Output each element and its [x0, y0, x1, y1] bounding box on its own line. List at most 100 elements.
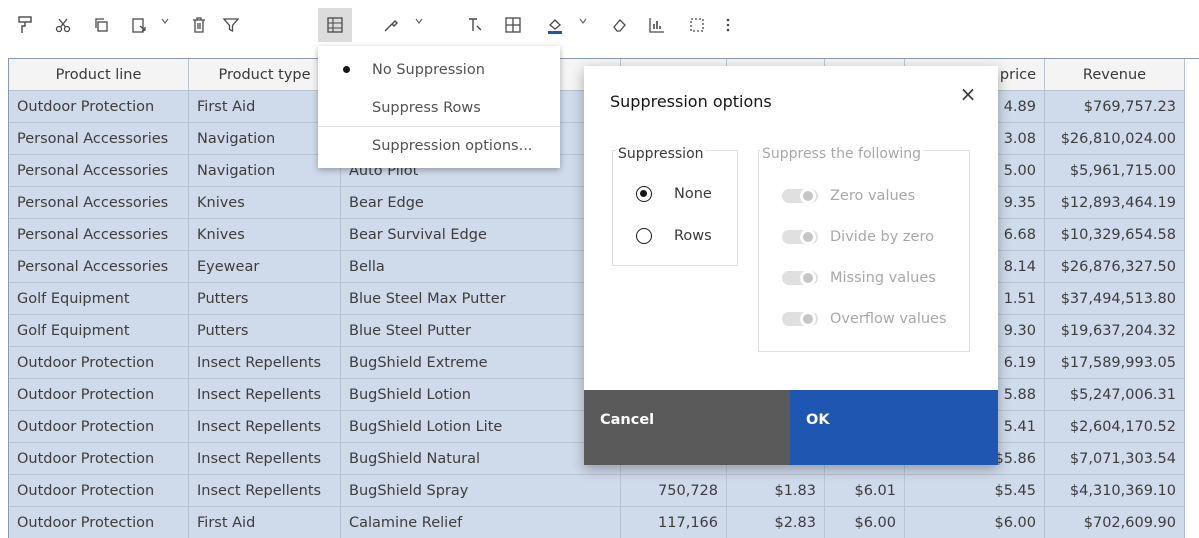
color-picker-caret-icon[interactable] — [414, 16, 424, 26]
toggle-divide-by-zero[interactable]: Divide by zero — [782, 229, 934, 245]
toggle-label: Divide by zero — [830, 229, 934, 245]
menu-item-no-suppression[interactable]: No Suppression — [318, 51, 560, 89]
toggle-zero-values[interactable]: Zero values — [782, 188, 915, 204]
cell-revenue[interactable]: $19,637,204.32 — [1045, 315, 1185, 347]
cell-product-type[interactable]: Insect Repellents — [189, 475, 341, 507]
cell-product[interactable]: BugShield Natural — [341, 443, 621, 475]
fill-color-icon[interactable] — [542, 8, 568, 42]
cell-product-line[interactable]: Outdoor Protection — [9, 91, 189, 123]
paste-caret-icon[interactable] — [160, 16, 170, 26]
cell-product-line[interactable]: Outdoor Protection — [9, 507, 189, 538]
cell-unit-price[interactable]: $6.01 — [825, 475, 905, 507]
cell-product-type[interactable]: Insect Repellents — [189, 443, 341, 475]
suppression-legend: Suppression — [616, 146, 706, 162]
cell-product-type[interactable]: Insect Repellents — [189, 347, 341, 379]
ok-button[interactable]: OK — [790, 390, 998, 465]
cell-product-line[interactable]: Golf Equipment — [9, 315, 189, 347]
cell-unit-cost[interactable]: $2.83 — [727, 507, 825, 538]
cancel-button[interactable]: Cancel — [584, 390, 790, 465]
cell-product-line[interactable]: Personal Accessories — [9, 123, 189, 155]
cell-product[interactable]: Bear Survival Edge — [341, 219, 621, 251]
cell-unit-sale-price[interactable]: $6.00 — [905, 507, 1045, 538]
cell-quantity[interactable]: 750,728 — [621, 475, 727, 507]
cell-product[interactable]: BugShield Extreme — [341, 347, 621, 379]
cell-product-type[interactable]: Insect Repellents — [189, 379, 341, 411]
close-icon[interactable]: × — [956, 82, 980, 106]
cell-product-line[interactable]: Outdoor Protection — [9, 379, 189, 411]
cell-product-line[interactable]: Golf Equipment — [9, 283, 189, 315]
suppress-icon[interactable] — [318, 8, 352, 42]
toggle-missing-values[interactable]: Missing values — [782, 270, 936, 286]
cell-unit-price[interactable]: $6.00 — [825, 507, 905, 538]
cell-product[interactable]: BugShield Spray — [341, 475, 621, 507]
cell-product-type[interactable]: Eyewear — [189, 251, 341, 283]
filter-icon[interactable] — [218, 8, 244, 42]
toggle-label: Missing values — [830, 270, 936, 286]
cell-product-line[interactable]: Personal Accessories — [9, 187, 189, 219]
cell-product-type[interactable]: Knives — [189, 219, 341, 251]
cell-product[interactable]: BugShield Lotion — [341, 379, 621, 411]
borders-icon[interactable] — [500, 8, 526, 42]
cut-icon[interactable] — [50, 8, 76, 42]
cell-product-type[interactable]: Putters — [189, 315, 341, 347]
cell-revenue[interactable]: $702,609.90 — [1045, 507, 1185, 538]
toggle-overflow-values[interactable]: Overflow values — [782, 311, 947, 327]
paste-icon[interactable] — [126, 8, 152, 42]
column-header-product-line[interactable]: Product line — [9, 59, 189, 91]
radio-label: Rows — [674, 228, 712, 244]
cell-revenue[interactable]: $17,589,993.05 — [1045, 347, 1185, 379]
cell-revenue[interactable]: $26,810,024.00 — [1045, 123, 1185, 155]
cell-revenue[interactable]: $12,893,464.19 — [1045, 187, 1185, 219]
text-format-icon[interactable] — [462, 8, 488, 42]
radio-label: None — [674, 186, 712, 202]
chart-icon[interactable] — [644, 8, 670, 42]
cell-revenue[interactable]: $2,604,170.52 — [1045, 411, 1185, 443]
menu-item-suppression-options[interactable]: Suppression options... — [318, 127, 560, 165]
column-header-revenue[interactable]: Revenue — [1045, 59, 1185, 91]
cell-revenue[interactable]: $7,071,303.54 — [1045, 443, 1185, 475]
fill-color-caret-icon[interactable] — [578, 16, 588, 26]
cell-product-type[interactable]: Knives — [189, 187, 341, 219]
cell-product[interactable]: Blue Steel Putter — [341, 315, 621, 347]
cell-product-line[interactable]: Outdoor Protection — [9, 411, 189, 443]
cell-revenue[interactable]: $4,310,369.10 — [1045, 475, 1185, 507]
cell-product[interactable]: Calamine Relief — [341, 507, 621, 538]
cell-revenue[interactable]: $5,961,715.00 — [1045, 155, 1185, 187]
cell-revenue[interactable]: $37,494,513.80 — [1045, 283, 1185, 315]
menu-item-label: Suppression options... — [372, 138, 533, 154]
cell-revenue[interactable]: $26,876,327.50 — [1045, 251, 1185, 283]
cell-revenue[interactable]: $769,757.23 — [1045, 91, 1185, 123]
cell-product[interactable]: Bear Edge — [341, 187, 621, 219]
cell-quantity[interactable]: 117,166 — [621, 507, 727, 538]
paint-format-icon[interactable] — [12, 8, 38, 42]
cell-product[interactable]: BugShield Lotion Lite — [341, 411, 621, 443]
radio-none[interactable]: None — [636, 186, 712, 202]
suppression-menu: No Suppression Suppress Rows Suppression… — [318, 46, 560, 168]
cell-product-line[interactable]: Personal Accessories — [9, 251, 189, 283]
cell-product[interactable]: Bella — [341, 251, 621, 283]
cell-revenue[interactable]: $5,247,006.31 — [1045, 379, 1185, 411]
color-picker-icon[interactable] — [378, 8, 404, 42]
ok-button-label: OK — [806, 412, 830, 428]
more-icon[interactable] — [718, 8, 738, 42]
cell-product-line[interactable]: Outdoor Protection — [9, 443, 189, 475]
menu-item-suppress-rows[interactable]: Suppress Rows — [318, 89, 560, 127]
radio-rows[interactable]: Rows — [636, 228, 712, 244]
eraser-icon[interactable] — [606, 8, 632, 42]
cell-product-line[interactable]: Outdoor Protection — [9, 475, 189, 507]
radio-checked-icon — [636, 186, 652, 202]
copy-icon[interactable] — [88, 8, 114, 42]
cell-revenue[interactable]: $10,329,654.58 — [1045, 219, 1185, 251]
cell-product-line[interactable]: Outdoor Protection — [9, 347, 189, 379]
delete-icon[interactable] — [186, 8, 212, 42]
cell-product-line[interactable]: Personal Accessories — [9, 155, 189, 187]
cell-product-type[interactable]: First Aid — [189, 507, 341, 538]
cell-product-type[interactable]: Insect Repellents — [189, 411, 341, 443]
cell-product[interactable]: Blue Steel Max Putter — [341, 283, 621, 315]
cell-unit-sale-price[interactable]: $5.45 — [905, 475, 1045, 507]
cell-unit-cost[interactable]: $1.83 — [727, 475, 825, 507]
radio-unchecked-icon — [636, 228, 652, 244]
cell-product-line[interactable]: Personal Accessories — [9, 219, 189, 251]
cell-product-type[interactable]: Putters — [189, 283, 341, 315]
select-icon[interactable] — [684, 8, 710, 42]
